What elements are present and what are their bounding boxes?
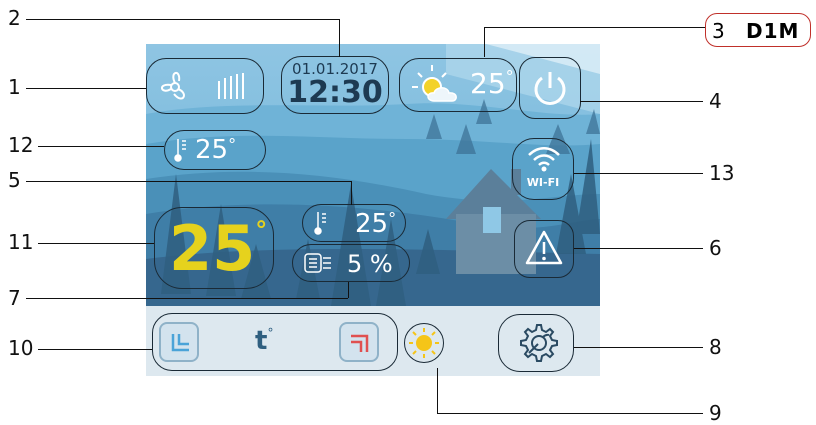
room-temp: 25° bbox=[355, 209, 396, 239]
power-button[interactable] bbox=[519, 57, 581, 119]
setpoint-temp: 25° bbox=[169, 212, 267, 285]
outside-temp-display[interactable]: 25° bbox=[164, 130, 266, 170]
mode-indicator[interactable] bbox=[404, 323, 444, 363]
leader-line-2-vertical bbox=[339, 19, 340, 57]
leader-line-4 bbox=[580, 101, 703, 102]
room-temp-display[interactable]: 25° bbox=[302, 204, 406, 242]
fan-speed-icon bbox=[218, 73, 244, 99]
device-label-badge: 3 D1M bbox=[705, 13, 811, 47]
humidity-icon bbox=[304, 253, 331, 273]
leader-line-10 bbox=[38, 349, 152, 350]
callout-11: 11 bbox=[8, 230, 34, 254]
weather-display[interactable]: 25° bbox=[399, 58, 517, 112]
leader-line-7 bbox=[26, 298, 348, 299]
leader-line-2 bbox=[26, 19, 339, 20]
weather-temp-degree: ° bbox=[505, 67, 514, 86]
callout-6: 6 bbox=[709, 236, 722, 260]
leader-line-1 bbox=[26, 88, 146, 89]
room-temp-degree: ° bbox=[388, 209, 397, 228]
wifi-label: WI-FI bbox=[526, 176, 560, 189]
t-degree: ° bbox=[267, 326, 274, 340]
callout-1: 1 bbox=[8, 75, 21, 99]
callout-7: 7 bbox=[8, 286, 21, 310]
callout-10: 10 bbox=[8, 336, 34, 360]
decrease-button[interactable] bbox=[159, 322, 199, 362]
settings-button[interactable] bbox=[498, 314, 574, 372]
power-icon bbox=[534, 72, 566, 105]
gear-wrench-icon bbox=[520, 324, 558, 362]
leader-line-8 bbox=[574, 347, 703, 348]
humidity-display[interactable]: 5 % bbox=[292, 244, 410, 282]
device-model-label: D1M bbox=[746, 19, 800, 43]
thermometer-icon bbox=[174, 139, 186, 162]
leader-line-5 bbox=[26, 181, 351, 182]
warning-icon bbox=[525, 230, 563, 265]
t-label: t bbox=[255, 326, 268, 356]
temperature-label: t° bbox=[255, 326, 273, 356]
leader-line-5-vertical bbox=[351, 181, 352, 205]
leader-line-6 bbox=[574, 248, 703, 249]
sun-cloud-icon bbox=[412, 65, 457, 102]
callout-8: 8 bbox=[709, 335, 722, 359]
control-bar: t° bbox=[146, 306, 600, 376]
outside-temp: 25° bbox=[195, 135, 236, 165]
callout-5: 5 bbox=[8, 168, 21, 192]
thermometer-icon bbox=[314, 212, 326, 235]
datetime-display[interactable]: 01.01.2017 12:30 bbox=[281, 56, 389, 114]
temperature-adjust-control[interactable]: t° bbox=[152, 313, 398, 371]
callout-13: 13 bbox=[709, 161, 735, 185]
increase-arrow-icon bbox=[351, 334, 369, 352]
leader-line-12 bbox=[38, 146, 164, 147]
wifi-icon bbox=[528, 147, 560, 172]
sun-icon bbox=[409, 328, 439, 358]
wifi-button[interactable]: WI-FI bbox=[512, 138, 574, 200]
decrease-arrow-icon bbox=[171, 334, 189, 352]
humidity-value: 5 % bbox=[347, 250, 393, 278]
callout-12: 12 bbox=[8, 133, 34, 157]
leader-line-9 bbox=[437, 413, 703, 414]
room-temp-value: 25 bbox=[355, 209, 389, 239]
weather-temp-value: 25 bbox=[470, 67, 506, 100]
leader-line-13 bbox=[574, 173, 703, 174]
time-text: 12:30 bbox=[287, 75, 383, 110]
outside-temp-degree: ° bbox=[228, 135, 237, 154]
setpoint-display[interactable]: 25° bbox=[154, 207, 274, 289]
leader-line-7-vertical bbox=[348, 282, 349, 298]
outside-temp-value: 25 bbox=[195, 135, 229, 165]
callout-9: 9 bbox=[709, 401, 722, 425]
controller-screen: 01.01.2017 12:30 25° 25° WI-FI 25° 25° 5… bbox=[146, 44, 600, 376]
alarm-button[interactable] bbox=[514, 220, 574, 278]
callout-4: 4 bbox=[709, 89, 722, 113]
leader-line-3 bbox=[484, 27, 705, 28]
fan-icon bbox=[161, 72, 185, 100]
leader-line-9-vertical bbox=[437, 368, 438, 413]
callout-2: 2 bbox=[8, 6, 21, 30]
weather-temp: 25° bbox=[470, 67, 514, 100]
increase-button[interactable] bbox=[339, 322, 379, 362]
leader-line-11 bbox=[38, 243, 154, 244]
callout-3: 3 bbox=[712, 19, 725, 43]
setpoint-value: 25 bbox=[169, 212, 256, 285]
setpoint-degree: ° bbox=[255, 216, 268, 244]
fan-control[interactable] bbox=[146, 58, 264, 114]
leader-line-3-vertical bbox=[484, 27, 485, 57]
